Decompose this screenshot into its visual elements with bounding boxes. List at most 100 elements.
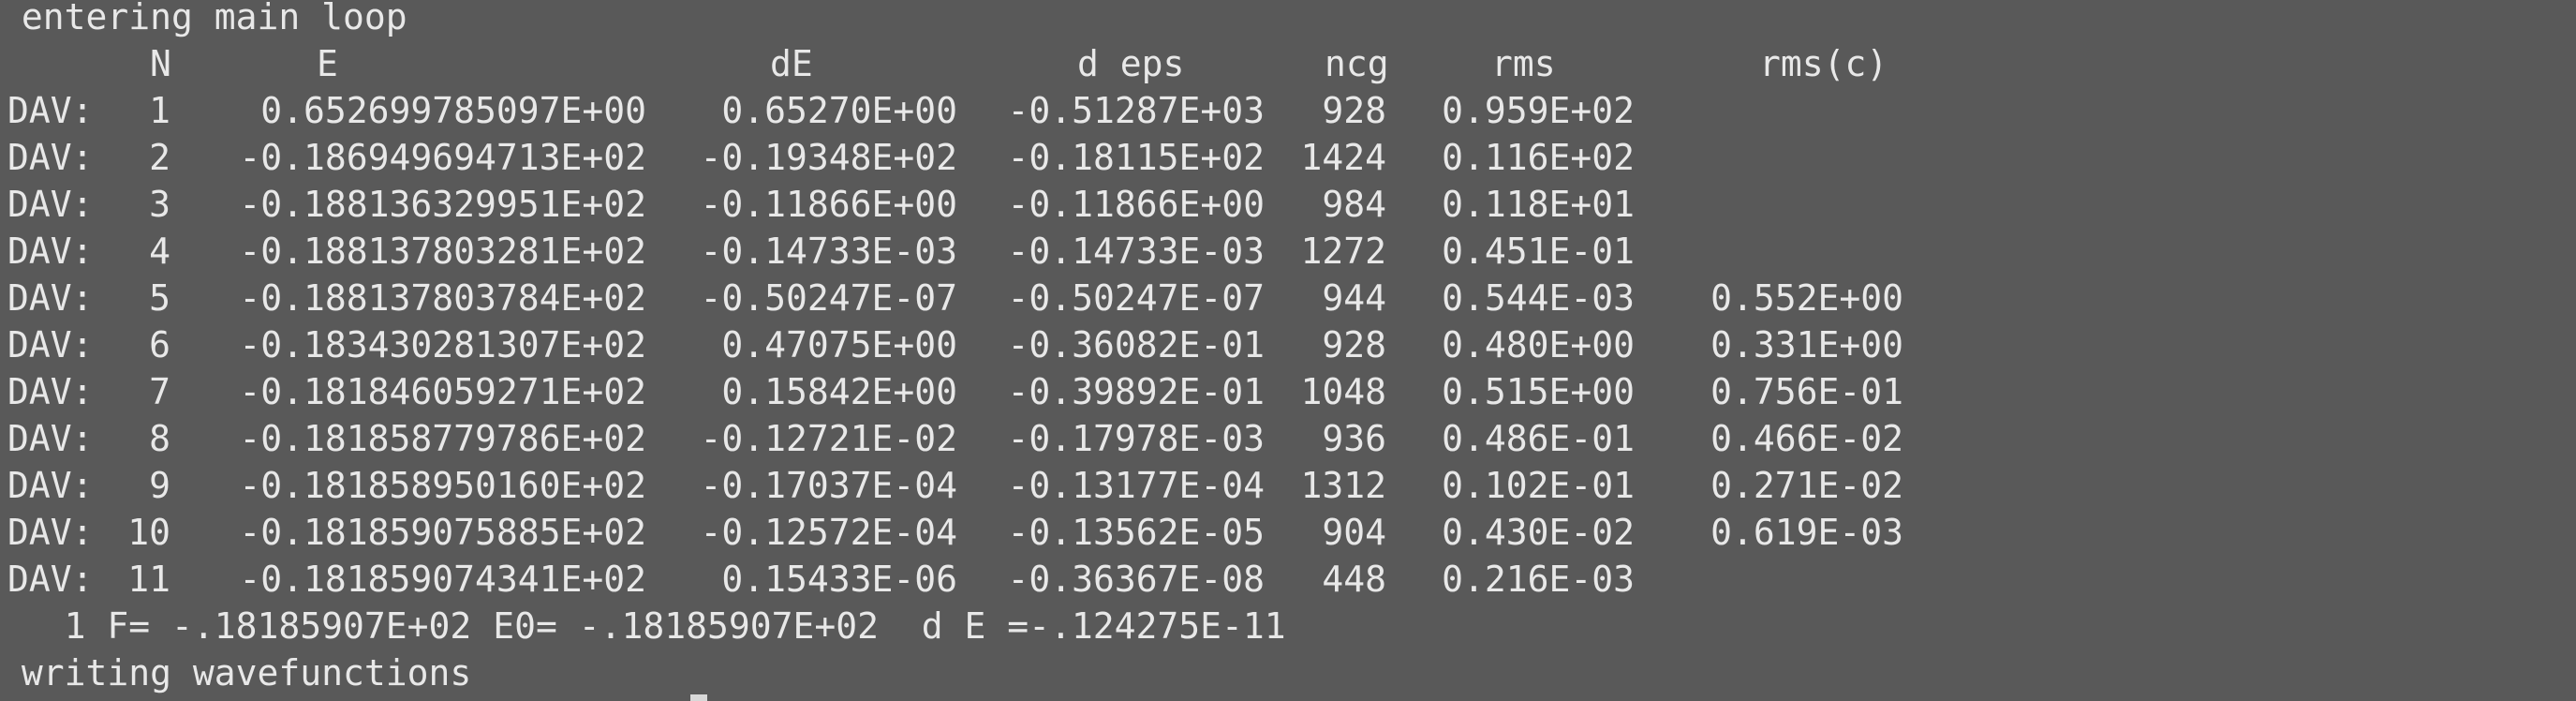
cell-n: 2: [149, 137, 170, 178]
row-label: DAV:: [7, 184, 94, 225]
cell-rmsc: 0.756E-01: [1710, 371, 1903, 412]
cell-rms: 0.486E-01: [1442, 418, 1635, 459]
cell-deps: -0.18115E+02: [1007, 137, 1265, 178]
cell-e: -0.181858950160E+02: [239, 465, 646, 506]
cell-deps: -0.17978E-03: [1007, 418, 1265, 459]
cell-rms: 0.116E+02: [1442, 137, 1635, 178]
table-row: DAV: 1 0.652699785097E+00 0.65270E+00 -0.512…: [0, 87, 2576, 134]
cell-rms: 0.430E-02: [1442, 512, 1635, 553]
table-row: DAV: 9 -0.181858950160E+02 -0.17037E-04 -0.1…: [0, 462, 2576, 509]
cell-n: 9: [149, 465, 170, 506]
status-line: writing wavefunctions: [0, 652, 472, 694]
cell-e: -0.181858779786E+02: [239, 418, 646, 459]
summary-line: 1 F= -.18185907E+02 E0= -.18185907E+02 d…: [0, 605, 1286, 647]
cell-de: -0.50247E-07: [700, 277, 957, 319]
cell-ncg: 1048: [1300, 371, 1386, 412]
cell-rms: 0.451E-01: [1442, 231, 1635, 272]
cell-ncg: 1272: [1300, 231, 1386, 272]
header-deps: d eps: [1077, 43, 1185, 84]
cell-rms: 0.118E+01: [1442, 184, 1635, 225]
table-row: DAV: 4 -0.188137803281E+02 -0.14733E-03 -0.1…: [0, 228, 2576, 275]
row-label: DAV:: [7, 559, 94, 600]
cell-de: 0.65270E+00: [721, 90, 957, 131]
cell-de: -0.14733E-03: [700, 231, 957, 272]
cell-ncg: 984: [1322, 184, 1386, 225]
cell-deps: -0.51287E+03: [1007, 90, 1265, 131]
cell-rms: 0.480E+00: [1442, 324, 1635, 365]
cell-rmsc: 0.619E-03: [1710, 512, 1903, 553]
terminal-window[interactable]: entering main loop N E dE d eps ncg rms …: [0, 0, 2576, 701]
cell-de: -0.17037E-04: [700, 465, 957, 506]
row-label: DAV:: [7, 90, 94, 131]
row-label: DAV:: [7, 418, 94, 459]
cell-rms: 0.959E+02: [1442, 90, 1635, 131]
cell-n: 3: [149, 184, 170, 225]
table-row: DAV: 10 -0.181859075885E+02 -0.12572E-04 -0.…: [0, 509, 2576, 556]
row-label: DAV:: [7, 371, 94, 412]
cell-e: -0.186949694713E+02: [239, 137, 646, 178]
cell-n: 8: [149, 418, 170, 459]
cell-de: -0.11866E+00: [700, 184, 957, 225]
cell-e: -0.188137803281E+02: [239, 231, 646, 272]
table-row: DAV: 11 -0.181859074341E+02 0.15433E-06 -0.3…: [0, 556, 2576, 603]
cell-n: 7: [149, 371, 170, 412]
cell-ncg: 1312: [1300, 465, 1386, 506]
cell-deps: -0.36367E-08: [1007, 559, 1265, 600]
header-rms: rms: [1491, 43, 1556, 84]
cell-de: 0.15433E-06: [721, 559, 957, 600]
cell-de: -0.19348E+02: [700, 137, 957, 178]
cell-deps: -0.13177E-04: [1007, 465, 1265, 506]
cell-ncg: 928: [1322, 90, 1386, 131]
cell-rms: 0.544E-03: [1442, 277, 1635, 319]
row-label: DAV:: [7, 324, 94, 365]
intro-line: entering main loop: [0, 0, 407, 37]
header-ncg: ncg: [1325, 43, 1389, 84]
cell-deps: -0.11866E+00: [1007, 184, 1265, 225]
column-header-row: N E dE d eps ncg rms rms(c): [0, 40, 2576, 87]
table-row: DAV: 7 -0.181846059271E+02 0.15842E+00 -0.39…: [0, 368, 2576, 415]
cell-e: -0.183430281307E+02: [239, 324, 646, 365]
cell-ncg: 904: [1322, 512, 1386, 553]
cell-rms: 0.515E+00: [1442, 371, 1635, 412]
cell-n: 6: [149, 324, 170, 365]
row-label: DAV:: [7, 137, 94, 178]
row-label: DAV:: [7, 465, 94, 506]
cell-e: -0.188136329951E+02: [239, 184, 646, 225]
header-rmsc: rms(c): [1759, 43, 1888, 84]
cell-de: -0.12721E-02: [700, 418, 957, 459]
cell-n: 10: [127, 512, 170, 553]
cell-n: 11: [127, 559, 170, 600]
cell-ncg: 1424: [1300, 137, 1386, 178]
cell-de: -0.12572E-04: [700, 512, 957, 553]
table-row: DAV: 8 -0.181858779786E+02 -0.12721E-02 -0.1…: [0, 415, 2576, 462]
cell-rmsc: 0.271E-02: [1710, 465, 1903, 506]
cell-ncg: 936: [1322, 418, 1386, 459]
header-n: N: [150, 43, 171, 84]
cell-ncg: 928: [1322, 324, 1386, 365]
row-label: DAV:: [7, 231, 94, 272]
cell-n: 4: [149, 231, 170, 272]
cell-deps: -0.14733E-03: [1007, 231, 1265, 272]
row-label: DAV:: [7, 277, 94, 319]
table-row: DAV: 2 -0.186949694713E+02 -0.19348E+02 -0.1…: [0, 134, 2576, 181]
table-row: DAV: 6 -0.183430281307E+02 0.47075E+00 -0.36…: [0, 321, 2576, 368]
cell-e: -0.181859074341E+02: [239, 559, 646, 600]
cell-de: 0.15842E+00: [721, 371, 957, 412]
cell-e: 0.652699785097E+00: [260, 90, 646, 131]
cell-deps: -0.36082E-01: [1007, 324, 1265, 365]
cell-e: -0.188137803784E+02: [239, 277, 646, 319]
cell-rms: 0.102E-01: [1442, 465, 1635, 506]
table-row: DAV: 5 -0.188137803784E+02 -0.50247E-07 -0.5…: [0, 275, 2576, 321]
cell-ncg: 944: [1322, 277, 1386, 319]
cell-de: 0.47075E+00: [721, 324, 957, 365]
header-e: E: [317, 43, 338, 84]
row-label: DAV:: [7, 512, 94, 553]
table-row: DAV: 3 -0.188136329951E+02 -0.11866E+00 -0.1…: [0, 181, 2576, 228]
cell-e: -0.181859075885E+02: [239, 512, 646, 553]
cell-rms: 0.216E-03: [1442, 559, 1635, 600]
cell-e: -0.181846059271E+02: [239, 371, 646, 412]
header-de: dE: [770, 43, 813, 84]
cell-n: 5: [149, 277, 170, 319]
cell-deps: -0.50247E-07: [1007, 277, 1265, 319]
cell-rmsc: 0.331E+00: [1710, 324, 1903, 365]
